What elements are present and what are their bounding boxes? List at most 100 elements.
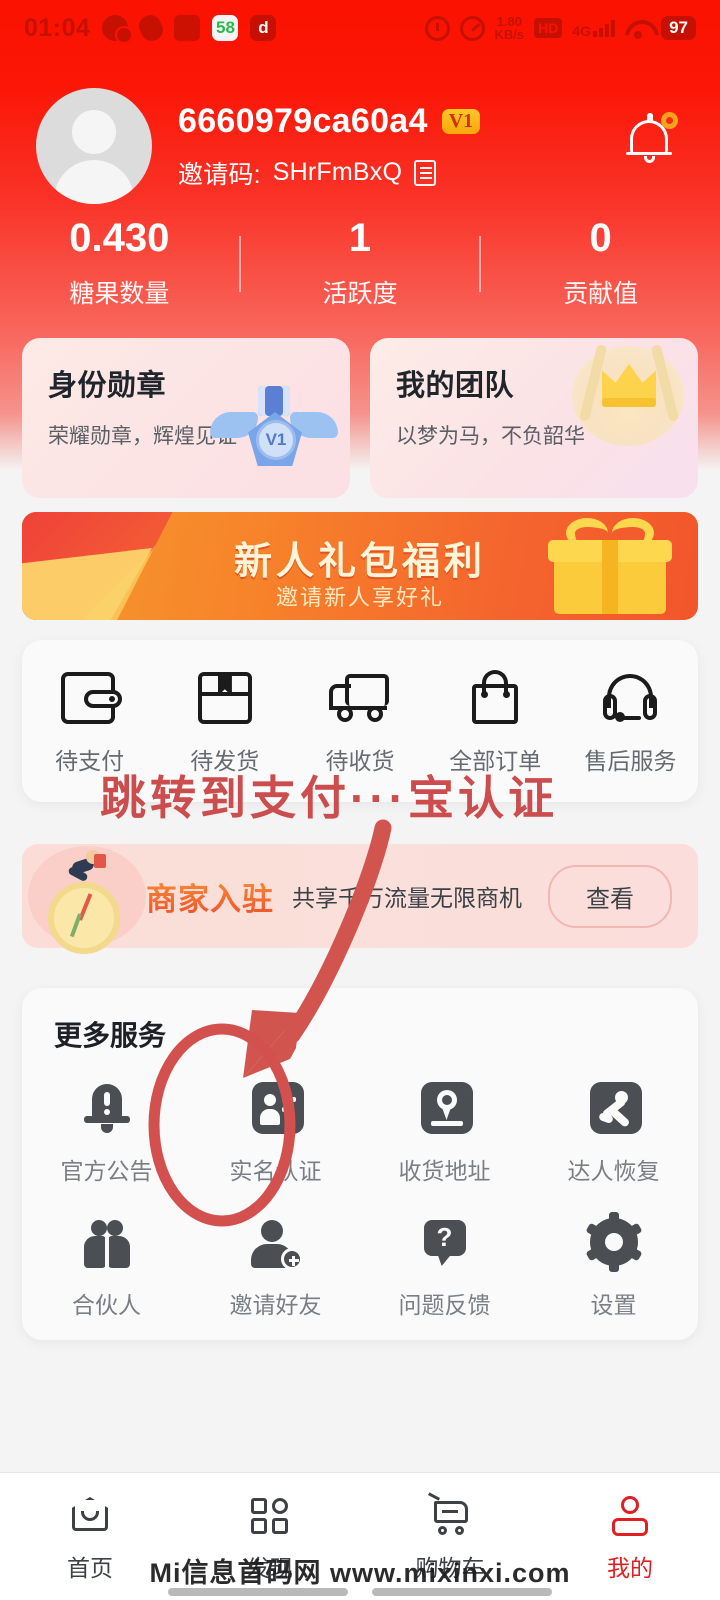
discover-grid-icon	[246, 1495, 294, 1539]
service-label: 官方公告	[60, 1158, 153, 1184]
stat-candy[interactable]: 0.430 糖果数量	[0, 218, 239, 310]
order-label: 全部订单	[449, 748, 542, 774]
service-item-invite-friends[interactable]: 邀请好友	[191, 1214, 360, 1320]
stat-contribution[interactable]: 0 贡献值	[481, 218, 720, 310]
order-label: 待收货	[325, 748, 395, 774]
service-label: 邀请好友	[229, 1292, 322, 1318]
service-item-talent-recovery[interactable]: 达人恢复	[529, 1080, 698, 1186]
bottom-navigation: 首页 发现 购物车 我的	[0, 1472, 720, 1600]
level-badge[interactable]: V1	[441, 108, 481, 134]
service-label: 合伙人	[72, 1292, 141, 1318]
order-label: 待支付	[55, 748, 125, 774]
id-card-icon	[247, 1080, 305, 1138]
service-label: 实名认证	[229, 1158, 322, 1184]
hd-icon: HD	[534, 18, 563, 38]
runner-icon	[585, 1080, 643, 1138]
profile-info: 6660979ca60a4 V1 邀请码: SHrFmBxQ	[178, 101, 481, 191]
identity-badge-card[interactable]: 身份勋章 荣耀勋章，辉煌见证 V1	[22, 338, 350, 498]
stat-activity-value: 1	[348, 216, 372, 260]
app-screen: 01:04 58 d 1.80 KB/s HD 4G 97 6660979ca6…	[0, 0, 720, 1600]
home-icon	[66, 1495, 114, 1539]
notification-dot-badge	[661, 112, 678, 129]
service-item-settings[interactable]: 设置	[529, 1212, 698, 1320]
truck-icon	[327, 672, 393, 724]
box-icon	[192, 672, 258, 724]
nav-item-discover[interactable]: 发现	[180, 1495, 360, 1583]
runner-illustration	[56, 850, 112, 894]
feature-cards-row: 身份勋章 荣耀勋章，辉煌见证 V1 我的团队 以梦为马，不负韶华	[22, 338, 698, 498]
service-item-partner[interactable]: 合伙人	[22, 1214, 191, 1320]
service-label: 达人恢复	[567, 1158, 660, 1184]
order-item-pending-receipt[interactable]: 待收货	[292, 672, 427, 776]
merchant-title: 商家入驻	[146, 874, 274, 919]
wechat-icon	[102, 15, 132, 42]
add-friend-icon	[247, 1214, 305, 1272]
stat-candy-value: 0.430	[69, 216, 170, 260]
username: 6660979ca60a4	[178, 101, 428, 140]
stat-contribution-label: 贡献值	[563, 280, 639, 308]
order-item-all-orders[interactable]: 全部订单	[428, 670, 563, 776]
bell-clapper-icon	[644, 156, 655, 163]
stat-candy-label: 糖果数量	[69, 280, 170, 308]
wallet-icon	[57, 672, 123, 724]
more-services-grid: 官方公告 实名认证 收货地址 达人恢复 合伙人 邀请好友 ? 问题反馈 设置	[22, 1080, 698, 1348]
merchant-join-banner[interactable]: 商家入驻 共享千万流量无限商机 查看	[22, 844, 698, 954]
nav-item-home[interactable]: 首页	[0, 1495, 180, 1583]
nav-item-cart[interactable]: 购物车	[360, 1492, 540, 1583]
nav-item-mine[interactable]: 我的	[540, 1495, 720, 1583]
person-icon	[606, 1495, 654, 1539]
nav-label: 购物车	[415, 1555, 485, 1581]
service-item-official-announcement[interactable]: 官方公告	[22, 1080, 191, 1186]
order-item-pending-shipment[interactable]: 待发货	[157, 672, 292, 776]
network-speed: 1.80 KB/s	[495, 15, 525, 41]
status-bar-left: 01:04 58 d	[24, 11, 277, 45]
invite-code-value: SHrFmBxQ	[272, 158, 403, 186]
service-item-shipping-address[interactable]: 收货地址	[360, 1080, 529, 1186]
signal-bars-icon	[593, 19, 616, 37]
order-item-pending-payment[interactable]: 待支付	[22, 672, 157, 776]
alarm-app-icon	[174, 15, 201, 41]
merchant-view-button[interactable]: 查看	[548, 864, 672, 928]
question-bubble-icon: ?	[416, 1214, 474, 1272]
headset-icon	[597, 672, 663, 724]
order-label: 售后服务	[584, 748, 677, 774]
my-team-card[interactable]: 我的团队 以梦为马，不负韶华	[370, 338, 698, 498]
cart-icon	[426, 1492, 474, 1539]
partners-icon	[78, 1214, 136, 1272]
home-indicator	[0, 1588, 720, 1596]
invite-code-row[interactable]: 邀请码: SHrFmBxQ	[178, 155, 480, 191]
alarm-icon	[424, 15, 450, 41]
profile-name-row: 6660979ca60a4 V1	[178, 101, 481, 141]
58-app-icon: 58	[212, 15, 239, 41]
douyin-app-icon: d	[250, 15, 277, 41]
copy-icon[interactable]	[414, 159, 437, 186]
merchant-illustration	[22, 844, 152, 954]
order-status-card: 待支付 待发货 待收货 全部订单 售后服务	[22, 640, 698, 802]
stat-activity-label: 活跃度	[322, 280, 398, 308]
stat-contribution-value: 0	[589, 216, 612, 260]
more-services-title: 更多服务	[54, 1020, 167, 1051]
oval-app-icon	[135, 11, 167, 45]
stat-activity[interactable]: 1 活跃度	[241, 218, 480, 310]
medal-level-label: V1	[256, 420, 296, 460]
order-item-after-sales[interactable]: 售后服务	[563, 672, 698, 776]
nav-label: 我的	[607, 1555, 653, 1581]
wifi-icon	[625, 18, 651, 39]
battery-level: 97	[661, 16, 696, 40]
avatar[interactable]	[36, 88, 152, 204]
service-item-feedback[interactable]: ? 问题反馈	[360, 1214, 529, 1320]
invite-code-label: 邀请码:	[178, 160, 261, 189]
notification-bell-button[interactable]	[622, 110, 678, 166]
network-type-label: 4G	[572, 23, 592, 39]
network-speed-unit: KB/s	[494, 27, 525, 42]
status-time: 01:04	[24, 13, 91, 42]
newcomer-gift-banner[interactable]: 新人礼包福利 邀请新人享好礼	[22, 512, 698, 620]
service-item-real-name-verification[interactable]: 实名认证	[191, 1080, 360, 1186]
location-pin-icon	[416, 1080, 474, 1138]
gift-box-icon	[544, 518, 676, 618]
gear-icon	[585, 1212, 643, 1272]
profile-block[interactable]: 6660979ca60a4 V1 邀请码: SHrFmBxQ	[36, 88, 481, 204]
speed-gauge-icon	[459, 15, 485, 41]
service-label: 问题反馈	[398, 1292, 491, 1318]
stats-row: 0.430 糖果数量 1 活跃度 0 贡献值	[0, 218, 720, 310]
